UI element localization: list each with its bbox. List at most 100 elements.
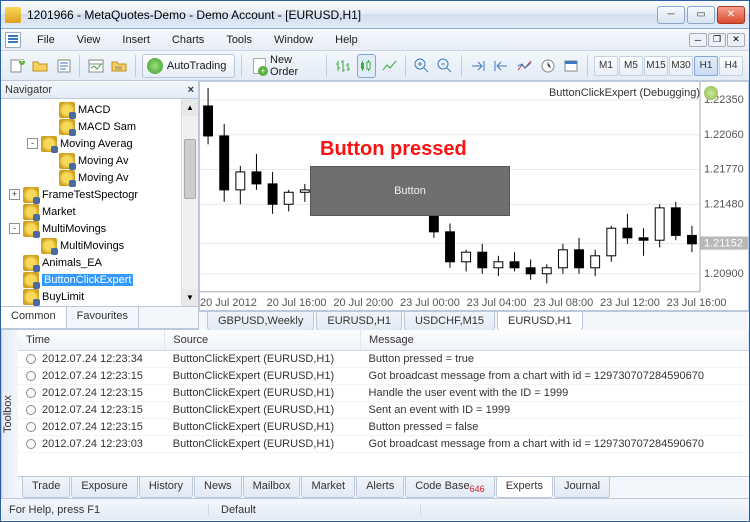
- chart-tab[interactable]: EURUSD,H1: [316, 312, 402, 331]
- chart-tab[interactable]: EURUSD,H1: [497, 312, 583, 331]
- chart-tab[interactable]: USDCHF,M15: [404, 312, 495, 331]
- indicators-icon[interactable]: [515, 54, 534, 78]
- menu-insert[interactable]: Insert: [112, 32, 160, 48]
- mdi-minimize-button[interactable]: ─: [689, 33, 707, 47]
- scroll-down-icon[interactable]: ▼: [182, 289, 198, 306]
- expert-advisor-icon: [41, 136, 57, 152]
- log-row[interactable]: 2012.07.24 12:23:15ButtonClickExpert (EU…: [18, 401, 749, 418]
- scroll-thumb[interactable]: [184, 139, 196, 199]
- scroll-up-icon[interactable]: ▲: [182, 99, 198, 116]
- chart-tab[interactable]: GBPUSD,Weekly: [207, 312, 314, 331]
- timeframe-m15[interactable]: M15: [644, 56, 668, 76]
- log-column-header[interactable]: Message: [361, 330, 749, 350]
- log-row[interactable]: 2012.07.24 12:23:15ButtonClickExpert (EU…: [18, 384, 749, 401]
- navigator-tab-favourites[interactable]: Favourites: [67, 307, 139, 328]
- navigator-tab-common[interactable]: Common: [1, 307, 67, 328]
- log-message: Handle the user event with the ID = 1999: [361, 384, 749, 401]
- tree-item[interactable]: MACD Sam: [1, 118, 198, 135]
- new-chart-icon[interactable]: +: [7, 54, 26, 78]
- timeframe-m5[interactable]: M5: [619, 56, 643, 76]
- menu-file[interactable]: File: [27, 32, 65, 48]
- menu-window[interactable]: Window: [264, 32, 323, 48]
- templates-icon[interactable]: [562, 54, 581, 78]
- menu-help[interactable]: Help: [325, 32, 368, 48]
- toolbox-tab-history[interactable]: History: [139, 477, 193, 498]
- market-watch-icon[interactable]: [86, 54, 105, 78]
- line-chart-icon[interactable]: [380, 54, 399, 78]
- toolbox-tab-market[interactable]: Market: [301, 477, 355, 498]
- menu-view[interactable]: View: [67, 32, 111, 48]
- experts-log-table[interactable]: TimeSourceMessage 2012.07.24 12:23:34But…: [18, 330, 749, 476]
- bar-chart-icon[interactable]: [333, 54, 352, 78]
- timeframe-h1[interactable]: H1: [694, 56, 718, 76]
- mdi-restore-button[interactable]: ❐: [708, 33, 726, 47]
- tree-item[interactable]: -Moving Averag: [1, 135, 198, 152]
- expert-advisor-icon: [59, 153, 75, 169]
- menu-tools[interactable]: Tools: [216, 32, 262, 48]
- timeframe-m1[interactable]: M1: [594, 56, 618, 76]
- mdi-icon[interactable]: [5, 32, 21, 48]
- toolbox-tab-journal[interactable]: Journal: [554, 477, 610, 498]
- expert-advisor-icon: [23, 289, 39, 305]
- log-column-header[interactable]: Time: [18, 330, 165, 350]
- tree-item[interactable]: +FrameTestSpectogr: [1, 186, 198, 203]
- log-message: Got broadcast message from a chart with …: [361, 367, 749, 384]
- candlestick-icon[interactable]: [357, 54, 376, 78]
- tree-item[interactable]: Moving Av: [1, 169, 198, 186]
- log-time: 2012.07.24 12:23:15: [18, 401, 165, 418]
- tree-expander-icon[interactable]: +: [9, 189, 20, 200]
- tree-item[interactable]: Market: [1, 203, 198, 220]
- periods-icon[interactable]: [538, 54, 557, 78]
- open-icon[interactable]: [30, 54, 49, 78]
- autotrading-button[interactable]: AutoTrading: [142, 54, 236, 78]
- timeframe-m30[interactable]: M30: [669, 56, 693, 76]
- close-button[interactable]: ✕: [717, 6, 745, 24]
- log-column-header[interactable]: Source: [165, 330, 361, 350]
- menu-charts[interactable]: Charts: [162, 32, 214, 48]
- new-order-button[interactable]: New Order: [248, 54, 320, 78]
- toolbar: + AutoTrading New Order M1M5M15M30H1H4: [1, 51, 749, 81]
- chart-canvas[interactable]: 1.223501.220601.217701.214801.211521.209…: [199, 81, 749, 311]
- tree-item[interactable]: -MultiMovings: [1, 220, 198, 237]
- toolbox-tab-mailbox[interactable]: Mailbox: [243, 477, 301, 498]
- log-row[interactable]: 2012.07.24 12:23:15ButtonClickExpert (EU…: [18, 367, 749, 384]
- zoom-in-icon[interactable]: [412, 54, 431, 78]
- tree-item[interactable]: Animals_EA: [1, 254, 198, 271]
- tree-item[interactable]: MACD: [1, 101, 198, 118]
- timeframe-h4[interactable]: H4: [719, 56, 743, 76]
- maximize-button[interactable]: ▭: [687, 6, 715, 24]
- tree-item[interactable]: Moving Av: [1, 152, 198, 169]
- minimize-button[interactable]: ─: [657, 6, 685, 24]
- tree-item[interactable]: MultiMovings: [1, 237, 198, 254]
- tree-item[interactable]: BuyLimit: [1, 288, 198, 305]
- tree-expander-icon[interactable]: -: [9, 223, 20, 234]
- zoom-out-icon[interactable]: [436, 54, 455, 78]
- navigator-icon[interactable]: [110, 54, 129, 78]
- log-row[interactable]: 2012.07.24 12:23:03ButtonClickExpert (EU…: [18, 435, 749, 452]
- chart-button-object[interactable]: Button: [310, 166, 510, 216]
- toolbox-tab-alerts[interactable]: Alerts: [356, 477, 404, 498]
- toolbox-tab-news[interactable]: News: [194, 477, 242, 498]
- expert-advisor-icon: [59, 119, 75, 135]
- tree-item-label: Moving Av: [78, 155, 129, 167]
- titlebar: 1201966 - MetaQuotes-Demo - Demo Account…: [1, 1, 749, 29]
- toolbox-tab-exposure[interactable]: Exposure: [71, 477, 137, 498]
- navigator-tree[interactable]: MACDMACD Sam-Moving Averag Moving Av Movin…: [1, 99, 198, 306]
- navigator-title: Navigator: [5, 84, 52, 96]
- toolbox-tab-trade[interactable]: Trade: [22, 477, 70, 498]
- expert-label: ButtonClickExpert (Debugging): [549, 86, 718, 100]
- navigator-scrollbar[interactable]: ▲ ▼: [181, 99, 198, 306]
- svg-text:1.22060: 1.22060: [704, 129, 744, 141]
- autoscroll-icon[interactable]: [468, 54, 487, 78]
- mdi-close-button[interactable]: ✕: [727, 33, 745, 47]
- tree-expander-icon[interactable]: -: [27, 138, 38, 149]
- svg-text:23 Jul 12:00: 23 Jul 12:00: [600, 297, 660, 309]
- log-row[interactable]: 2012.07.24 12:23:34ButtonClickExpert (EU…: [18, 350, 749, 367]
- toolbox-tab-code-base[interactable]: Code Base646: [405, 477, 494, 498]
- profiles-icon[interactable]: [54, 54, 73, 78]
- chart-shift-icon[interactable]: [491, 54, 510, 78]
- tree-item[interactable]: ButtonClickExpert: [1, 271, 198, 288]
- toolbox-tab-experts[interactable]: Experts: [496, 477, 553, 498]
- log-row[interactable]: 2012.07.24 12:23:15ButtonClickExpert (EU…: [18, 418, 749, 435]
- navigator-close-icon[interactable]: ×: [188, 84, 194, 96]
